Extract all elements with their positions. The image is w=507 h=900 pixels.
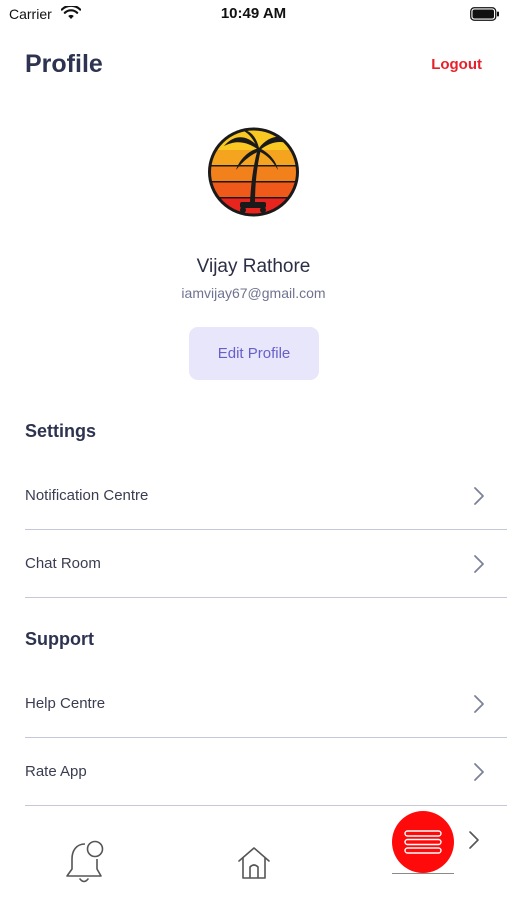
rate-app-row[interactable]: Rate App bbox=[25, 738, 507, 806]
menu-icon bbox=[404, 830, 442, 854]
profile-name: Vijay Rathore bbox=[196, 256, 311, 277]
notification-centre-row[interactable]: Notification Centre bbox=[25, 462, 507, 530]
chat-room-row[interactable]: Chat Room bbox=[25, 530, 507, 598]
bell-icon[interactable] bbox=[64, 838, 108, 886]
battery-icon bbox=[470, 7, 499, 21]
avatar[interactable] bbox=[206, 126, 301, 218]
status-bar: Carrier 10:49 AM bbox=[0, 0, 507, 28]
chevron-right-icon bbox=[474, 695, 484, 713]
row-label: Help Centre bbox=[25, 695, 106, 712]
chevron-right-icon[interactable] bbox=[468, 830, 480, 850]
row-label: Chat Room bbox=[25, 555, 101, 572]
home-icon[interactable] bbox=[236, 845, 272, 881]
chevron-right-icon bbox=[474, 555, 484, 573]
support-section-title: Support bbox=[25, 629, 94, 649]
profile-email: iamvijay67@gmail.com bbox=[181, 285, 326, 301]
tab-indicator bbox=[392, 873, 454, 874]
logout-button[interactable]: Logout bbox=[431, 56, 482, 73]
menu-button[interactable] bbox=[392, 811, 454, 873]
chevron-right-icon bbox=[474, 763, 484, 781]
edit-profile-label: Edit Profile bbox=[217, 345, 291, 362]
row-label: Rate App bbox=[25, 763, 87, 780]
edit-profile-button[interactable]: Edit Profile bbox=[189, 327, 319, 380]
page-title: Profile bbox=[25, 50, 103, 78]
help-centre-row[interactable]: Help Centre bbox=[25, 670, 507, 738]
status-time: 10:49 AM bbox=[220, 5, 287, 22]
chevron-right-icon bbox=[474, 487, 484, 505]
row-label: Notification Centre bbox=[25, 487, 149, 504]
settings-section-title: Settings bbox=[25, 421, 97, 441]
